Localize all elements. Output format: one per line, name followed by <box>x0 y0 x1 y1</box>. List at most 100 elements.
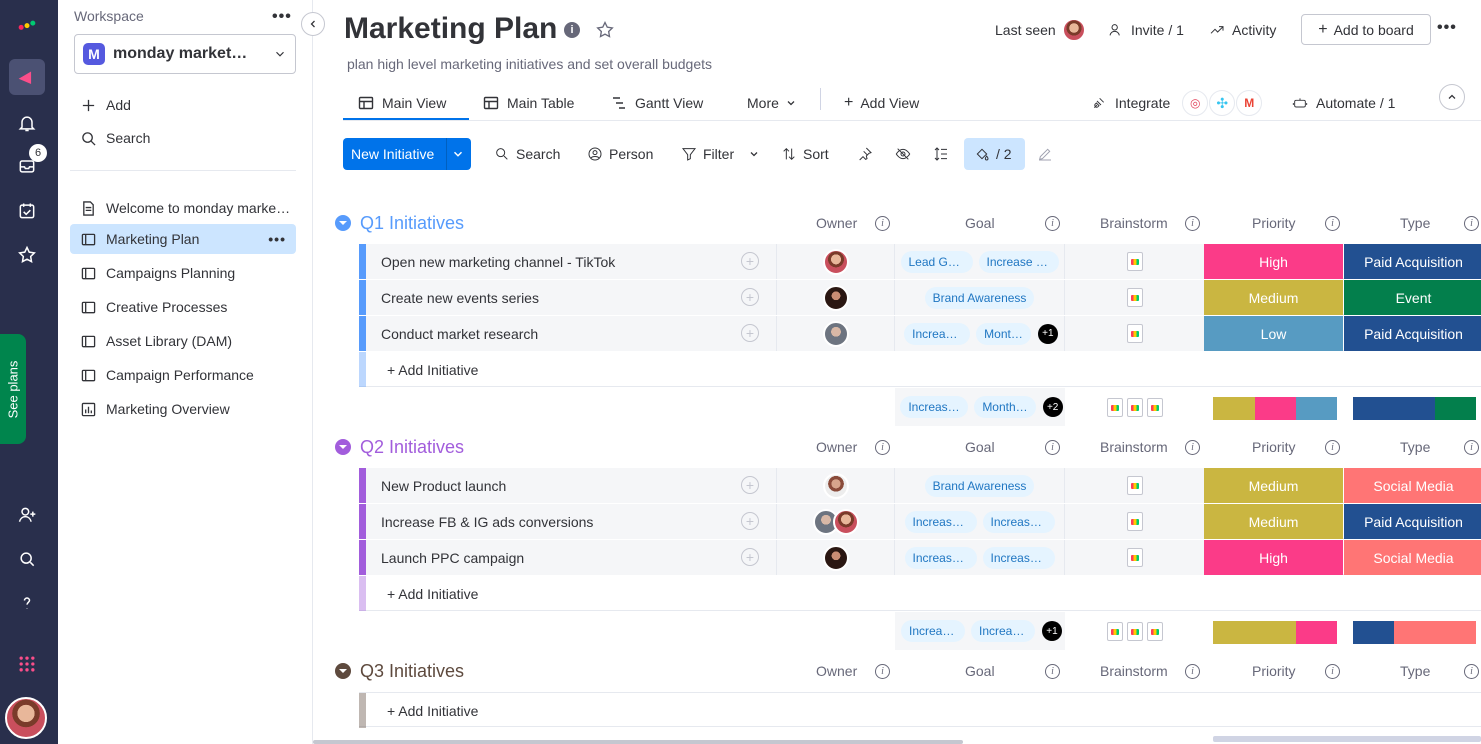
goal-cell[interactable]: Increase … Increase … <box>894 540 1064 575</box>
workspace-selector[interactable]: M monday market… <box>74 34 296 74</box>
column-header-priority[interactable]: Priority <box>1252 437 1296 457</box>
owner-cell[interactable] <box>776 244 894 279</box>
goal-cell[interactable]: Brand Awareness <box>894 468 1064 503</box>
priority-label[interactable]: High <box>1204 540 1343 575</box>
group-title-q1[interactable]: Q1 Initiatives <box>335 211 464 235</box>
tab-main-table[interactable]: Main Table <box>483 84 574 122</box>
add-update-icon[interactable]: + <box>741 476 759 494</box>
color-conditions-button[interactable]: / 2 <box>964 138 1025 170</box>
sort-button[interactable]: Sort <box>781 138 829 170</box>
owner-cell[interactable] <box>776 316 894 351</box>
add-initiative-input[interactable]: + Add Initiative <box>387 352 478 387</box>
item-name[interactable]: Conduct market research <box>381 316 538 351</box>
column-info-icon[interactable]: i <box>875 440 890 455</box>
table-row[interactable]: New Product launch + Brand Awareness Med… <box>359 468 1481 503</box>
more-goals-badge[interactable]: +1 <box>1042 621 1062 641</box>
column-header-owner[interactable]: Owner <box>816 661 857 681</box>
type-summary-social[interactable] <box>1394 621 1476 644</box>
invite-members-icon[interactable] <box>9 497 45 533</box>
sidebar-item-creative-processes[interactable]: Creative Processes <box>70 292 296 322</box>
chevron-down-icon[interactable] <box>451 147 465 161</box>
add-update-icon[interactable]: + <box>741 324 759 342</box>
type-label[interactable]: Event <box>1344 280 1481 315</box>
sidebar-item-campaigns-planning[interactable]: Campaigns Planning <box>70 258 296 288</box>
chevron-down-icon[interactable] <box>748 148 760 160</box>
integrate-button[interactable]: Integrate ◎ ✣ M <box>1091 84 1263 122</box>
goal-cell[interactable]: Brand Awareness <box>894 280 1064 315</box>
column-info-icon[interactable]: i <box>1464 216 1479 231</box>
group-collapse-icon[interactable] <box>335 215 351 231</box>
add-to-board-button[interactable]: + Add to board <box>1301 14 1431 45</box>
add-update-icon[interactable]: + <box>741 548 759 566</box>
sidebar-item-campaign-performance[interactable]: Campaign Performance <box>70 360 296 390</box>
column-header-brainstorm[interactable]: Brainstorm <box>1100 213 1168 233</box>
my-work-calendar-icon[interactable] <box>9 193 45 229</box>
add-update-icon[interactable]: + <box>741 512 759 530</box>
table-row[interactable]: Conduct market research + Increase … Mon… <box>359 316 1481 351</box>
sidebar-item-asset-library[interactable]: Asset Library (DAM) <box>70 326 296 356</box>
table-row[interactable]: Create new events series + Brand Awarene… <box>359 280 1481 315</box>
column-info-icon[interactable]: i <box>1325 664 1340 679</box>
horizontal-scrollbar[interactable] <box>313 740 963 744</box>
table-row[interactable]: Open new marketing channel - TikTok + Le… <box>359 244 1481 279</box>
workspace-options-icon[interactable]: ••• <box>272 8 292 26</box>
monday-logo-icon[interactable] <box>9 6 45 42</box>
board-subtitle[interactable]: plan high level marketing initiatives an… <box>347 56 712 72</box>
item-name[interactable]: Create new events series <box>381 280 539 315</box>
brainstorm-cell[interactable] <box>1064 468 1204 503</box>
item-name[interactable]: Open new marketing channel - TikTok <box>381 244 615 279</box>
item-name[interactable]: Increase FB & IG ads conversions <box>381 504 593 539</box>
column-header-type[interactable]: Type <box>1400 661 1430 681</box>
priority-summary-medium[interactable] <box>1213 397 1255 420</box>
group-title-q3[interactable]: Q3 Initiatives <box>335 659 464 683</box>
see-plans-button[interactable]: See plans <box>0 334 26 444</box>
type-label[interactable]: Paid Acquisition <box>1344 316 1481 351</box>
user-avatar[interactable] <box>5 697 47 739</box>
column-info-icon[interactable]: i <box>1185 216 1200 231</box>
item-name[interactable]: Launch PPC campaign <box>381 540 524 575</box>
type-label[interactable]: Paid Acquisition <box>1344 244 1481 279</box>
person-filter-button[interactable]: Person <box>587 138 653 170</box>
add-item-row[interactable]: + Add Initiative <box>359 576 1481 611</box>
column-header-goal[interactable]: Goal <box>965 437 995 457</box>
tab-main-view[interactable]: Main View <box>358 84 446 122</box>
sidebar-item-welcome[interactable]: Welcome to monday marke… <box>70 193 296 223</box>
sidebar-search-button[interactable]: Search <box>70 123 296 153</box>
type-summary-paid[interactable] <box>1353 397 1435 420</box>
hide-columns-button[interactable] <box>895 138 917 170</box>
column-info-icon[interactable]: i <box>875 216 890 231</box>
priority-summary-medium[interactable] <box>1213 621 1296 644</box>
new-initiative-button[interactable]: New Initiative <box>343 138 471 170</box>
column-info-icon[interactable]: i <box>1325 216 1340 231</box>
item-options-icon[interactable]: ••• <box>268 231 286 247</box>
priority-label[interactable]: Medium <box>1204 468 1343 503</box>
priority-label[interactable]: High <box>1204 244 1343 279</box>
column-info-icon[interactable]: i <box>1185 664 1200 679</box>
column-header-brainstorm[interactable]: Brainstorm <box>1100 661 1168 681</box>
item-name[interactable]: New Product launch <box>381 468 506 503</box>
type-summary-event[interactable] <box>1435 397 1476 420</box>
info-icon[interactable]: i <box>564 22 580 38</box>
goal-cell[interactable]: Lead Ge… Increase C… <box>894 244 1064 279</box>
column-header-owner[interactable]: Owner <box>816 437 857 457</box>
board-menu-icon[interactable]: ••• <box>1437 19 1457 37</box>
add-initiative-input[interactable]: + Add Initiative <box>387 576 478 611</box>
group-title-q2[interactable]: Q2 Initiatives <box>335 435 464 459</box>
collapse-header-button[interactable] <box>1439 84 1465 110</box>
priority-label[interactable]: Low <box>1204 316 1343 351</box>
priority-summary-high[interactable] <box>1255 397 1296 420</box>
priority-summary-high[interactable] <box>1296 621 1337 644</box>
column-info-icon[interactable]: i <box>1325 440 1340 455</box>
tab-more-dropdown[interactable]: More <box>747 84 797 122</box>
priority-label[interactable]: Medium <box>1204 280 1343 315</box>
column-header-goal[interactable]: Goal <box>965 661 995 681</box>
column-info-icon[interactable]: i <box>1464 440 1479 455</box>
more-goals-badge[interactable]: +2 <box>1042 397 1063 417</box>
tab-gantt-view[interactable]: Gantt View <box>611 84 703 122</box>
apps-grid-icon[interactable] <box>9 646 45 682</box>
search-button[interactable]: Search <box>494 138 560 170</box>
add-item-row[interactable]: + Add Initiative <box>359 352 1481 387</box>
brainstorm-cell[interactable] <box>1064 244 1204 279</box>
notifications-bell-icon[interactable] <box>9 105 45 141</box>
type-label[interactable]: Social Media <box>1344 540 1481 575</box>
